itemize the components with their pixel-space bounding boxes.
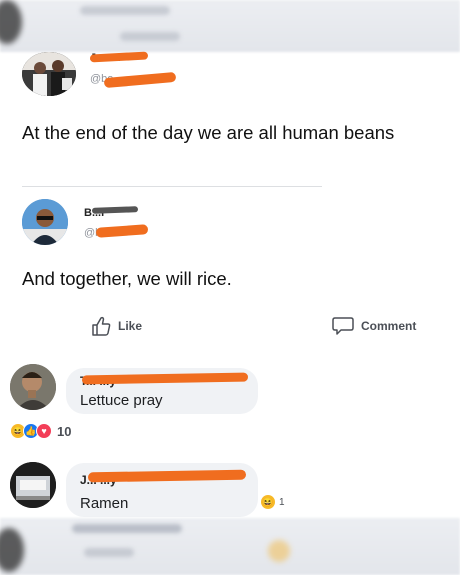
comment-icon [332,317,354,335]
haha-reaction-icon: 😆 [260,494,276,510]
tweet2-handle-redaction [95,224,149,238]
tweet1-avatar[interactable] [22,52,76,96]
comment2-avatar[interactable] [10,462,56,508]
blurred-bottom-edge [0,518,460,575]
comment1-name-redaction [81,372,249,385]
blurred-line-bottom [72,524,182,533]
comment2-reaction-count: 1 [279,496,285,508]
tweet2-avatar[interactable] [22,199,68,245]
comment1-text: Lettuce pray [80,392,163,409]
blurred-line-top-2 [120,32,180,41]
comment2-name-redaction [87,469,247,483]
like-label: Like [118,319,143,333]
comment1-reactions[interactable]: 😆 👍 ♥ 10 [10,423,71,439]
blurred-line-top [80,6,170,15]
tweet-divider [22,186,322,187]
comment1-avatar[interactable] [10,364,56,410]
tweet2-name-redaction [91,206,139,214]
like-icon [92,316,111,336]
tweet2-text: And together, we will rice. [22,268,232,289]
comment2-reactions[interactable]: 😆 1 [260,494,285,510]
blurred-reaction-bottom [268,540,290,562]
blurred-line-bottom-2 [84,548,134,557]
comment2-bubble: J... ...y Ramen [66,463,258,517]
like-button[interactable]: Like [90,315,142,337]
comment-button[interactable]: Comment [331,315,416,337]
tweet1-text: At the end of the day we are all human b… [22,122,395,143]
comment-label: Comment [361,319,417,333]
comment1-reaction-count: 10 [57,423,72,439]
comment2-text: Ramen [80,495,129,512]
tweet1-name-redaction [89,51,149,63]
love-reaction-icon: ♥ [36,423,52,439]
comment1-bubble: T... ...y Lettuce pray [66,368,258,414]
blurred-top-edge [0,0,460,52]
